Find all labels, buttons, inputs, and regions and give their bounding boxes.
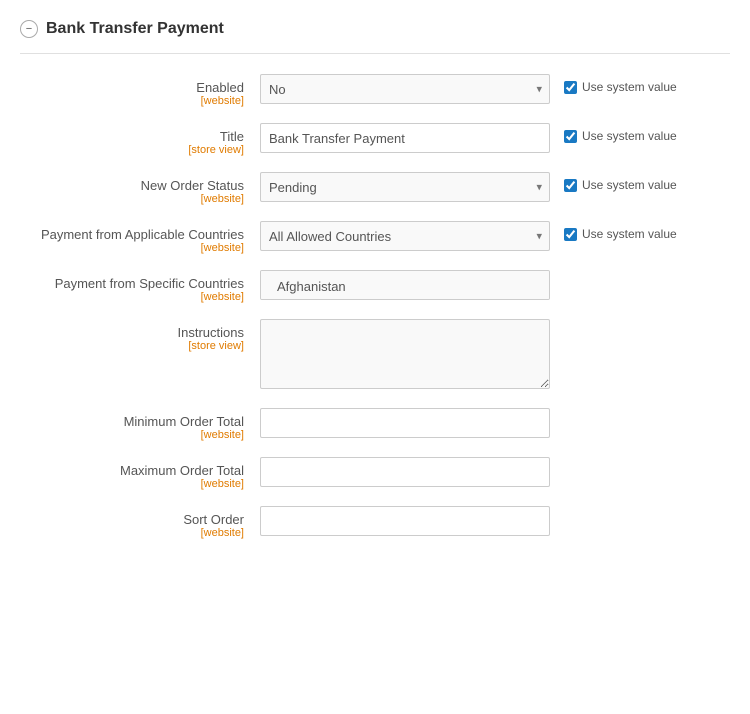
field-label-title: Title xyxy=(20,129,244,144)
select-wrapper-payment_applicable_countries: All Allowed CountriesSpecific Countries xyxy=(260,221,550,251)
control-col-payment_specific_countries: AfghanistanÅland IslandsAlbaniaAlgeriaAm… xyxy=(260,270,550,300)
check-col-minimum_order_total xyxy=(550,408,730,414)
form-row-instructions: Instructions[store view] xyxy=(20,319,730,392)
control-col-enabled: NoYes xyxy=(260,74,550,104)
form-row-title: Title[store view] Use system value xyxy=(20,123,730,156)
select-payment_applicable_countries[interactable]: All Allowed CountriesSpecific Countries xyxy=(260,221,550,251)
section-header: − Bank Transfer Payment xyxy=(20,10,730,54)
field-label-payment_applicable_countries: Payment from Applicable Countries xyxy=(20,227,244,242)
form-row-new_order_status: New Order Status[website]PendingProcessi… xyxy=(20,172,730,205)
select-wrapper-enabled: NoYes xyxy=(260,74,550,104)
field-label-sort_order: Sort Order xyxy=(20,512,244,527)
label-col-payment_specific_countries: Payment from Specific Countries[website] xyxy=(20,270,260,303)
select-new_order_status[interactable]: PendingProcessingComplete xyxy=(260,172,550,202)
use-system-value-checkbox-payment_applicable_countries[interactable] xyxy=(564,228,577,241)
input-minimum_order_total[interactable] xyxy=(260,408,550,438)
select-wrapper-new_order_status: PendingProcessingComplete xyxy=(260,172,550,202)
check-col-payment_specific_countries xyxy=(550,270,730,276)
form-row-payment_applicable_countries: Payment from Applicable Countries[websit… xyxy=(20,221,730,254)
use-system-value-checkbox-enabled[interactable] xyxy=(564,81,577,94)
use-system-value-label-payment_applicable_countries[interactable]: Use system value xyxy=(564,227,677,241)
field-scope-enabled: [website] xyxy=(20,95,244,107)
form-row-minimum_order_total: Minimum Order Total[website] xyxy=(20,408,730,441)
check-col-enabled: Use system value xyxy=(550,74,730,94)
form-row-payment_specific_countries: Payment from Specific Countries[website]… xyxy=(20,270,730,303)
multiselect-payment_specific_countries[interactable]: AfghanistanÅland IslandsAlbaniaAlgeriaAm… xyxy=(260,270,550,300)
field-label-minimum_order_total: Minimum Order Total xyxy=(20,414,244,429)
control-col-maximum_order_total xyxy=(260,457,550,487)
field-scope-instructions: [store view] xyxy=(20,340,244,352)
field-scope-payment_specific_countries: [website] xyxy=(20,291,244,303)
use-system-value-checkbox-title[interactable] xyxy=(564,130,577,143)
control-col-minimum_order_total xyxy=(260,408,550,438)
check-col-sort_order xyxy=(550,506,730,512)
field-scope-title: [store view] xyxy=(20,144,244,156)
use-system-value-checkbox-new_order_status[interactable] xyxy=(564,179,577,192)
field-label-new_order_status: New Order Status xyxy=(20,178,244,193)
input-sort_order[interactable] xyxy=(260,506,550,536)
field-scope-minimum_order_total: [website] xyxy=(20,429,244,441)
control-col-instructions xyxy=(260,319,550,392)
field-label-enabled: Enabled xyxy=(20,80,244,95)
use-system-value-label-title[interactable]: Use system value xyxy=(564,129,677,143)
label-col-maximum_order_total: Maximum Order Total[website] xyxy=(20,457,260,490)
field-scope-maximum_order_total: [website] xyxy=(20,478,244,490)
use-system-value-text-enabled: Use system value xyxy=(582,80,677,94)
use-system-value-text-payment_applicable_countries: Use system value xyxy=(582,227,677,241)
label-col-payment_applicable_countries: Payment from Applicable Countries[websit… xyxy=(20,221,260,254)
control-col-new_order_status: PendingProcessingComplete xyxy=(260,172,550,202)
input-maximum_order_total[interactable] xyxy=(260,457,550,487)
label-col-title: Title[store view] xyxy=(20,123,260,156)
control-col-sort_order xyxy=(260,506,550,536)
field-scope-sort_order: [website] xyxy=(20,527,244,539)
use-system-value-label-enabled[interactable]: Use system value xyxy=(564,80,677,94)
label-col-instructions: Instructions[store view] xyxy=(20,319,260,352)
field-label-payment_specific_countries: Payment from Specific Countries xyxy=(20,276,244,291)
field-scope-new_order_status: [website] xyxy=(20,193,244,205)
form-section: Enabled[website]NoYesUse system valueTit… xyxy=(20,74,730,539)
control-col-title xyxy=(260,123,550,153)
label-col-sort_order: Sort Order[website] xyxy=(20,506,260,539)
check-col-maximum_order_total xyxy=(550,457,730,463)
control-col-payment_applicable_countries: All Allowed CountriesSpecific Countries xyxy=(260,221,550,251)
use-system-value-label-new_order_status[interactable]: Use system value xyxy=(564,178,677,192)
textarea-instructions[interactable] xyxy=(260,319,550,389)
select-enabled[interactable]: NoYes xyxy=(260,74,550,104)
input-title[interactable] xyxy=(260,123,550,153)
check-col-new_order_status: Use system value xyxy=(550,172,730,192)
collapse-icon[interactable]: − xyxy=(20,20,38,38)
label-col-enabled: Enabled[website] xyxy=(20,74,260,107)
form-row-enabled: Enabled[website]NoYesUse system value xyxy=(20,74,730,107)
check-col-payment_applicable_countries: Use system value xyxy=(550,221,730,241)
field-label-maximum_order_total: Maximum Order Total xyxy=(20,463,244,478)
form-row-sort_order: Sort Order[website] xyxy=(20,506,730,539)
field-scope-payment_applicable_countries: [website] xyxy=(20,242,244,254)
check-col-title: Use system value xyxy=(550,123,730,143)
form-row-maximum_order_total: Maximum Order Total[website] xyxy=(20,457,730,490)
field-label-instructions: Instructions xyxy=(20,325,244,340)
page-title: Bank Transfer Payment xyxy=(46,20,224,38)
label-col-minimum_order_total: Minimum Order Total[website] xyxy=(20,408,260,441)
use-system-value-text-new_order_status: Use system value xyxy=(582,178,677,192)
label-col-new_order_status: New Order Status[website] xyxy=(20,172,260,205)
check-col-instructions xyxy=(550,319,730,325)
use-system-value-text-title: Use system value xyxy=(582,129,677,143)
